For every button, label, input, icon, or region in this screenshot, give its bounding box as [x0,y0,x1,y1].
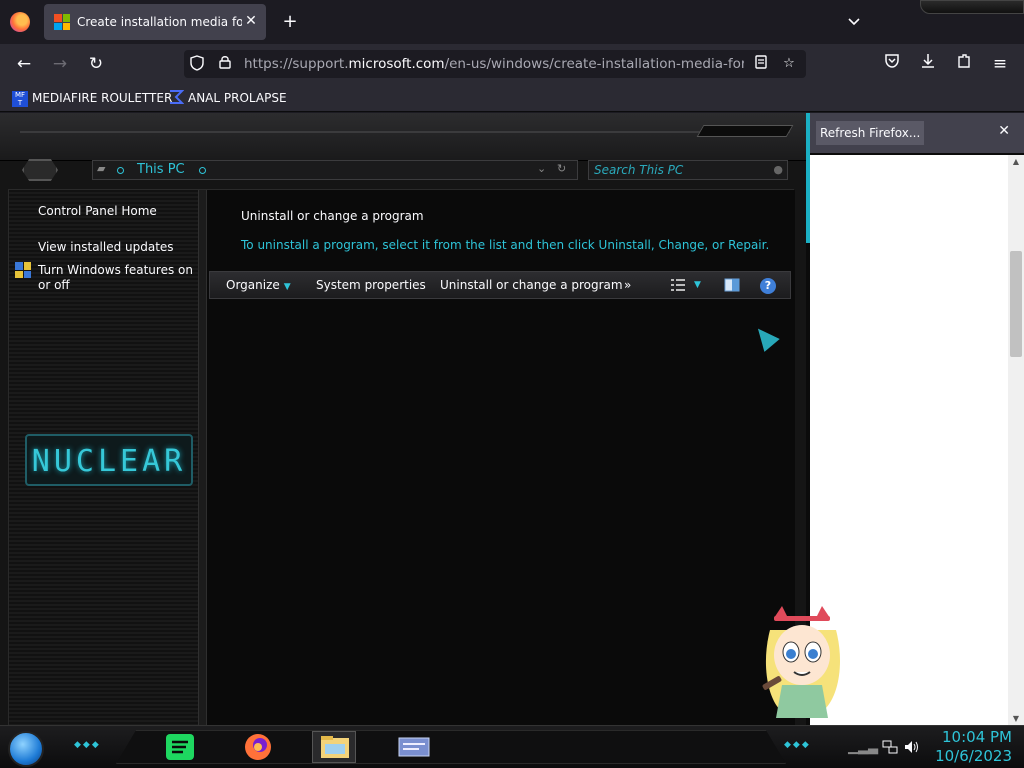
scroll-up-arrow-icon[interactable]: ▲ [1008,157,1024,166]
microsoft-logo-icon [54,14,70,30]
mediafire-favicon-icon: MF T [12,91,28,107]
tray-overflow-icon[interactable]: ▁▂▃ [848,740,878,755]
scroll-down-arrow-icon[interactable]: ▼ [1008,714,1024,723]
page-viewport: ▰ This PC ⌄ ↻ Search This PC ● Control P… [0,113,1024,726]
nuclear-theme-logo: NUCLEAR [25,434,193,486]
sigma-favicon-icon [168,89,185,105]
frame-ridge [20,119,790,133]
taskbar-firefox-icon[interactable] [236,731,280,763]
nuclear-logo-text: NUCLEAR [31,444,187,479]
reload-icon[interactable]: ↻ [84,52,108,76]
control-panel-window: ▰ This PC ⌄ ↻ Search This PC ● Control P… [0,113,806,726]
window-frame-top [0,113,806,161]
clock-time: 10:04 PM [942,728,1012,746]
bookmark-star-icon[interactable]: ☆ [780,55,798,73]
tracking-shield-icon[interactable] [188,55,206,73]
downloads-icon[interactable] [916,52,940,76]
view-installed-updates-link[interactable]: View installed updates [38,240,198,255]
bookmark-mediafire[interactable]: MF T MEDIAFIRE ROULETTER [12,89,172,107]
uac-shield-icon [15,262,31,278]
firefox-icon[interactable] [10,12,30,32]
bookmarks-toolbar: MF T MEDIAFIRE ROULETTER ANAL PROLAPSE [0,84,1024,112]
page-title: Uninstall or change a program [241,209,424,223]
new-tab-button[interactable]: + [280,12,300,32]
view-dropdown-arrow-icon[interactable]: ▼ [694,280,701,290]
star-butterfly-sticker-icon [762,606,840,718]
frame-ridge-accent [696,125,794,137]
search-icon[interactable]: ● [773,163,783,176]
search-box[interactable]: Search This PC ● [588,160,788,180]
windows-features-link[interactable]: Turn Windows features on or off [38,263,198,293]
tab-title: Create installation media for Wi [77,15,242,29]
navigation-toolbar: ← → ↻ https://support.microsoft.com/en-u… [0,44,1024,84]
lock-icon[interactable] [216,55,234,73]
notification-close-icon[interactable]: ✕ [998,123,1010,139]
pane-splitter[interactable] [199,190,207,726]
network-icon[interactable] [882,740,898,758]
clock-date: 10/6/2023 [935,747,1012,765]
view-options-icon[interactable] [670,278,686,292]
address-bar[interactable]: ▰ This PC ⌄ ↻ [92,160,578,180]
uninstall-change-button[interactable]: Uninstall or change a program [440,278,623,292]
folder-icon: ▰ [97,162,106,175]
list-all-tabs-chevron-icon[interactable] [844,12,864,32]
browser-tab-active[interactable]: Create installation media for Wi ✕ [44,4,266,40]
extensions-icon[interactable] [952,52,976,76]
refresh-firefox-button[interactable]: Refresh Firefox... [816,121,925,145]
url-text[interactable]: https://support.microsoft.com/en-us/wind… [244,56,744,72]
system-properties-button[interactable]: System properties [316,278,426,292]
bookmark-second[interactable]: ANAL PROLAPSE [168,89,287,107]
tasks-pane: Control Panel Home View installed update… [9,190,199,726]
start-orb-button[interactable] [8,731,44,767]
screen: Create installation media for Wi ✕ + ← →… [0,0,1024,768]
menu-hamburger-icon[interactable]: ≡ [988,52,1012,76]
taskbar-decoration: ◆◆◆ [74,740,101,750]
mouse-cursor-icon [750,322,780,352]
programs-content: Uninstall or change a program To uninsta… [207,190,795,726]
taskbar-control-panel-icon[interactable] [392,731,436,763]
vertical-scrollbar[interactable]: ▲ ▼ [1008,155,1024,725]
url-bar[interactable]: https://support.microsoft.com/en-us/wind… [184,50,806,78]
organize-button[interactable]: Organize ▼ [226,278,291,292]
refresh-icon[interactable]: ↻ [557,162,566,175]
taskbar-band [116,730,786,764]
forward-arrow-icon[interactable]: → [48,52,72,76]
system-clock[interactable]: 10:04 PM 10/6/2023 [930,728,1012,766]
tab-close-icon[interactable]: ✕ [242,12,260,30]
help-icon[interactable]: ? [760,278,776,294]
volume-icon[interactable] [904,740,920,758]
dropdown-arrow-icon: ▼ [283,282,291,292]
breadcrumb-this-pc[interactable]: This PC [137,162,185,177]
taskbar-decoration-right: ◆◆◆ [784,740,811,750]
notification-bar: Refresh Firefox... ✕ [806,113,1024,153]
skin-decoration [920,0,1024,14]
breadcrumb-dot-icon [117,167,124,174]
taskbar-spotify-icon[interactable] [158,731,202,763]
scrollbar-thumb[interactable] [1010,251,1022,357]
more-commands-button[interactable]: » [624,278,631,292]
preview-pane-icon[interactable] [724,278,740,292]
pocket-icon[interactable] [880,52,904,76]
tab-bar: Create installation media for Wi ✕ + [0,0,1024,44]
search-placeholder: Search This PC [594,163,684,177]
taskbar-explorer-icon[interactable] [312,731,356,763]
command-bar: Organize ▼ System properties Uninstall or… [209,271,791,299]
taskbar: ◆◆◆ ◆◆◆ ▁▂▃ 10:04 PM 10/6/2023 [0,725,1024,768]
reader-view-icon[interactable] [752,55,770,73]
page-instructions: To uninstall a program, select it from t… [241,238,770,252]
back-arrow-icon[interactable]: ← [12,52,36,76]
window-body: Control Panel Home View installed update… [8,189,795,726]
address-dropdown-icon[interactable]: ⌄ [537,162,546,175]
back-forward-orb-icon[interactable] [22,159,58,181]
control-panel-home-link[interactable]: Control Panel Home [38,204,198,219]
breadcrumb-separator-icon[interactable] [199,167,206,174]
